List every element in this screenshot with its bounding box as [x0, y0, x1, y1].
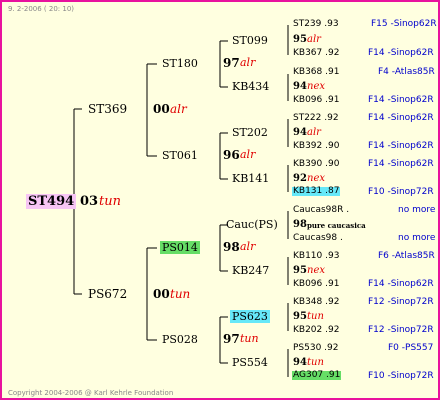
- gen4-year-2: 94: [293, 81, 307, 92]
- root-year: 03: [80, 194, 99, 209]
- gen4-sire-7[interactable]: KB348 .92: [293, 298, 339, 307]
- gen4-sire-src-1: F15 -Sinop62R: [371, 19, 437, 29]
- gen4-sire-8[interactable]: PS530 .92: [293, 344, 339, 353]
- gen4-race-7: tun: [307, 311, 324, 322]
- gen4-dam-8[interactable]: AG307 .91: [292, 371, 342, 380]
- gen3-id-8[interactable]: PS554: [232, 357, 268, 368]
- gen4-sire-1[interactable]: ST239 .93: [293, 20, 339, 29]
- gen4-sire-src-2: F4 -Atlas85R: [378, 67, 435, 77]
- gen4-dam-src-2: F14 -Sinop62R: [368, 95, 434, 105]
- gen4-sire-src-5: no more: [398, 205, 436, 215]
- gen2-id-4[interactable]: PS028: [162, 334, 198, 345]
- gen4-year-8: 94: [293, 357, 307, 368]
- gen4-dam-src-3: F14 -Sinop62R: [368, 141, 434, 151]
- gen4-dam-src-4: F10 -Sinop72R: [368, 187, 434, 197]
- gen4-year-3: 94: [293, 127, 307, 138]
- gen4-race-6: nex: [307, 265, 325, 276]
- sire-year: 00: [153, 102, 170, 116]
- gen4-sire-src-8: F0 -PS557: [388, 343, 434, 353]
- gen4-dam-2[interactable]: KB096 .91: [293, 96, 339, 105]
- gen3-id-7[interactable]: PS623: [230, 310, 270, 323]
- gen3-id-2[interactable]: KB434: [232, 81, 269, 92]
- gen2-year-1: 97: [223, 56, 240, 70]
- gen4-race-3: alr: [307, 127, 321, 138]
- gen4-race-2: nex: [307, 81, 325, 92]
- gen2-year-4: 97: [223, 332, 240, 346]
- gen4-sire-src-4: F14 -Sinop62R: [368, 159, 434, 169]
- gen4-dam-7[interactable]: KB202 .92: [293, 326, 339, 335]
- gen2-race-3: alr: [240, 240, 256, 253]
- gen2-id-1[interactable]: ST180: [162, 58, 198, 69]
- gen4-sire-4[interactable]: KB390 .90: [293, 160, 339, 169]
- gen2-year-2: 96: [223, 148, 240, 162]
- dam-year: 00: [153, 287, 170, 301]
- gen4-race-8: tun: [307, 357, 324, 368]
- gen4-year-7: 95: [293, 311, 307, 322]
- date-line: 9. 2-2006 ( 20: 10): [8, 5, 75, 13]
- gen2-race-1: alr: [240, 56, 256, 69]
- gen4-year-5: 98: [293, 219, 307, 230]
- gen4-race-4: nex: [307, 173, 325, 184]
- gen2-id-3[interactable]: PS014: [160, 241, 200, 254]
- gen3-id-5[interactable]: Cauc(PS): [226, 219, 278, 230]
- gen2-race-2: alr: [240, 148, 256, 161]
- gen4-dam-src-7: F12 -Sinop72R: [368, 325, 434, 335]
- gen4-year-1: 95: [293, 34, 307, 45]
- gen3-id-1[interactable]: ST099: [232, 35, 268, 46]
- copyright: Copyright 2004-2006 @ Karl Kehrle Founda…: [8, 389, 174, 397]
- gen4-dam-5[interactable]: Caucas98 .: [293, 234, 343, 243]
- gen4-year-6: 95: [293, 265, 307, 276]
- gen4-sire-6[interactable]: KB110 .93: [293, 252, 339, 261]
- gen4-sire-3[interactable]: ST222 .92: [293, 114, 339, 123]
- gen4-dam-1[interactable]: KB367 .92: [293, 49, 339, 58]
- gen4-race-5: pure caucasica: [307, 221, 366, 230]
- gen2-id-2[interactable]: ST061: [162, 150, 198, 161]
- gen4-dam-src-6: F14 -Sinop62R: [368, 279, 434, 289]
- gen4-sire-2[interactable]: KB368 .91: [293, 68, 339, 77]
- gen4-dam-3[interactable]: KB392 .90: [293, 142, 339, 151]
- sire-race: alr: [170, 102, 187, 116]
- gen4-dam-src-8: F10 -Sinop72R: [368, 371, 434, 381]
- dam-id[interactable]: PS672: [88, 288, 127, 300]
- gen4-dam-4[interactable]: KB131 .87: [292, 187, 341, 196]
- gen2-year-3: 98: [223, 240, 240, 254]
- gen4-sire-src-6: F6 -Atlas85R: [378, 251, 435, 261]
- root-race: tun: [99, 194, 121, 209]
- gen4-dam-src-5: no more: [398, 233, 436, 243]
- gen2-race-4: tun: [240, 332, 259, 345]
- pedigree-frame: 9. 2-2006 ( 20: 10) ST494 03 tun ST369 0…: [0, 0, 440, 400]
- gen4-sire-src-7: F12 -Sinop72R: [368, 297, 434, 307]
- gen4-sire-5[interactable]: Caucas98R .: [293, 206, 349, 215]
- gen4-race-1: alr: [307, 34, 321, 45]
- root-id[interactable]: ST494: [26, 194, 77, 209]
- gen4-year-4: 92: [293, 173, 307, 184]
- dam-race: tun: [170, 287, 191, 301]
- gen4-dam-src-1: F14 -Sinop62R: [368, 48, 434, 58]
- gen4-dam-6[interactable]: KB096 .91: [293, 280, 339, 289]
- gen3-id-3[interactable]: ST202: [232, 127, 268, 138]
- sire-id[interactable]: ST369: [88, 103, 127, 115]
- gen4-sire-src-3: F14 -Sinop62R: [368, 113, 434, 123]
- gen3-id-6[interactable]: KB247: [232, 265, 269, 276]
- gen3-id-4[interactable]: KB141: [232, 173, 269, 184]
